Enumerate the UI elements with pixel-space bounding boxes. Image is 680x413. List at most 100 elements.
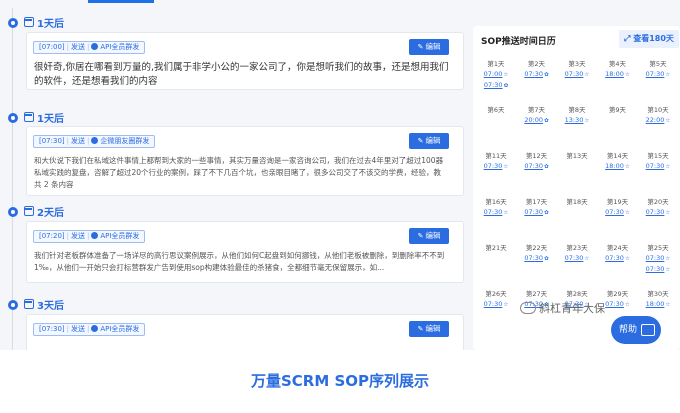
calendar-day: 第18天 [557, 198, 597, 207]
day-number: 第21天 [485, 244, 507, 252]
push-time-link[interactable]: 22:00☆ [638, 115, 678, 126]
api-icon [91, 325, 99, 332]
push-time-link[interactable]: 07:00☆ [476, 69, 516, 80]
edit-button[interactable]: ✎ 编辑 [409, 133, 449, 149]
send-tag: [07:20] | 发送 | API全员群发 [33, 230, 146, 243]
day-label: 3天后 [37, 301, 64, 312]
calendar-day: 第13天 [557, 152, 597, 161]
send-time: [07:00] [39, 43, 65, 51]
star-icon: ✿ [503, 83, 509, 89]
calendar-day: 第1天 07:00☆ 07:30✿ [476, 60, 516, 91]
push-time-link[interactable]: 07:30✿ [517, 207, 557, 218]
calendar-day: 第22天 07:30✿ [517, 244, 557, 264]
day-number: 第14天 [606, 152, 629, 160]
calendar-day: 第15天 07:30☆ [638, 152, 678, 172]
calendar-day: 第12天 07:30✿ [517, 152, 557, 172]
send-target: API全员群发 [100, 43, 140, 51]
star-icon: ☆ [665, 72, 671, 78]
calendar-day: 第24天 07:30☆ [598, 244, 638, 264]
push-time-link[interactable]: 20:00✿ [517, 115, 557, 126]
day-number: 第10天 [647, 106, 669, 114]
calendar-day: 第4天 18:00☆ [598, 60, 638, 80]
calendar-day: 第6天 [476, 106, 516, 115]
day-number: 第27天 [525, 290, 548, 298]
send-target: API全员群发 [100, 232, 140, 240]
message-card: [07:30] | 发送 | API全员群发 ✎ 编辑 [26, 314, 464, 350]
calendar-day: 第2天 07:30✿ [517, 60, 557, 80]
star-icon: ☆ [665, 164, 671, 170]
timeline-dot [8, 300, 18, 310]
day-number: 第9天 [608, 106, 627, 114]
day-number: 第30天 [647, 290, 669, 298]
edit-button[interactable]: ✎ 编辑 [409, 321, 449, 337]
push-time-link[interactable]: 07:30☆ [476, 207, 516, 218]
push-time-link[interactable]: 07:30☆ [638, 264, 678, 275]
day-number: 第20天 [647, 198, 669, 206]
day-number: 第7天 [527, 106, 546, 114]
push-time-link[interactable]: 07:30☆ [557, 69, 597, 80]
day-number: 第22天 [525, 244, 548, 252]
send-time: [07:30] [39, 325, 65, 333]
message-card: [07:20] | 发送 | API全员群发 ✎ 编辑 我们针对老板群体准备了一场详尽的高… [26, 221, 464, 283]
push-time-link[interactable]: 07:30☆ [598, 207, 638, 218]
push-time-link[interactable]: 18:00☆ [638, 299, 678, 310]
push-time-link[interactable]: 07:30✿ [476, 80, 516, 91]
push-time-link[interactable]: 07:30☆ [638, 69, 678, 80]
edit-button[interactable]: ✎ 编辑 [409, 39, 449, 55]
send-target: 企微朋友圈群发 [100, 137, 150, 145]
pencil-icon: ✎ [417, 43, 424, 51]
star-icon: ☆ [624, 164, 630, 170]
view-180-days-button[interactable]: ⤢ 查看180天 [619, 30, 679, 48]
star-icon: ✿ [544, 118, 549, 124]
day-number: 第4天 [608, 60, 627, 68]
star-icon: ✿ [544, 210, 549, 216]
send-tag: [07:30] | 发送 | 企微朋友圈群发 [33, 135, 156, 148]
send-tag: [07:30] | 发送 | API全员群发 [33, 323, 146, 336]
push-time-link[interactable]: 18:00☆ [598, 69, 638, 80]
push-time-link[interactable]: 07:30✿ [517, 161, 557, 172]
push-time-link[interactable]: 07:30✿ [517, 253, 557, 264]
sop-timeline: 1天后 [07:00] | 发送 | API全员群发 ✎ 编辑 很奸奇,你居在哪看到万量的… [8, 0, 468, 350]
send-time: [07:20] [39, 232, 65, 240]
star-icon: ☆ [584, 118, 590, 124]
send-type: 发送 [71, 137, 85, 145]
push-time-link[interactable]: 13:30☆ [557, 115, 597, 126]
star-icon: ✿ [544, 72, 549, 78]
api-icon [91, 43, 99, 50]
star-icon: ☆ [624, 210, 630, 216]
day-number: 第16天 [485, 198, 507, 206]
calendar-day: 第5天 07:30☆ [638, 60, 678, 80]
push-time-link[interactable]: 07:30✿ [517, 69, 557, 80]
day-number: 第2天 [527, 60, 546, 68]
calendar-icon [24, 112, 34, 122]
push-time-link[interactable]: 18:00☆ [598, 161, 638, 172]
api-icon [91, 232, 99, 239]
timeline-dot [8, 113, 18, 123]
push-time-link[interactable]: 07:30☆ [638, 161, 678, 172]
timeline-dot [8, 18, 18, 28]
moments-icon [91, 137, 99, 144]
push-time-link[interactable]: 07:30☆ [598, 253, 638, 264]
edit-button[interactable]: ✎ 编辑 [409, 228, 449, 244]
push-time-link[interactable]: 07:30☆ [476, 161, 516, 172]
help-button[interactable]: 帮助 [611, 316, 661, 344]
message-content: 我们针对老板群体准备了一场详尽的高行思议案例展示，从他们如何C起盘到如何挪钱，从… [34, 251, 445, 272]
wechat-icon [520, 302, 536, 314]
star-icon: ☆ [665, 210, 671, 216]
day-number: 第26天 [485, 290, 507, 298]
day-number: 第29天 [606, 290, 629, 298]
calendar-day: 第3天 07:30☆ [557, 60, 597, 80]
push-time-link[interactable]: 07:30☆ [638, 253, 678, 264]
message-card: [07:30] | 发送 | 企微朋友圈群发 ✎ 编辑 和大伙说下我们在私域这件事情上都帮… [26, 126, 464, 196]
push-time-link[interactable]: 07:30☆ [476, 299, 516, 310]
calendar-icon [24, 299, 34, 309]
day-number: 第15天 [647, 152, 669, 160]
day-number: 第23天 [566, 244, 588, 252]
push-time-link[interactable]: 07:30☆ [557, 253, 597, 264]
message-content: 和大伙说下我们在私域这件事情上都帮到大家的一些事情，其实万量咨询是一家咨询公司，… [34, 156, 444, 177]
star-icon: ☆ [665, 267, 671, 273]
push-time-link[interactable]: 07:30☆ [638, 207, 678, 218]
send-target: API全员群发 [100, 325, 140, 333]
star-icon: ☆ [584, 72, 590, 78]
watermark: 斜杠青年大保 [520, 300, 605, 316]
